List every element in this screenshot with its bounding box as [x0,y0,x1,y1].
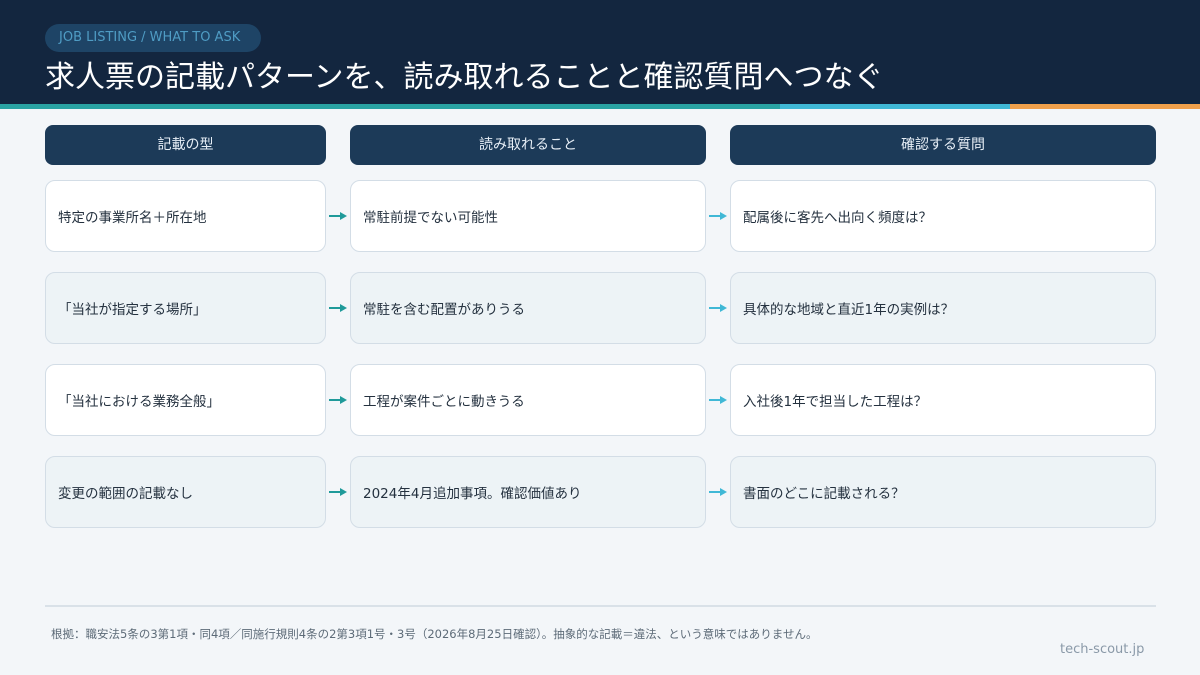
arrow-right-icon [329,304,347,312]
arrow-right-icon [329,212,347,220]
reading-card: 常駐を含む配置がありうる [350,272,706,344]
arrow-right-icon [709,488,727,496]
pattern-card: 「当社が指定する場所」 [45,272,326,344]
site-credit: tech-scout.jp [1060,642,1145,657]
pattern-card: 特定の事業所名＋所在地 [45,180,326,252]
section-tag: JOB LISTING / WHAT TO ASK [45,24,261,52]
reading-card: 工程が案件ごとに動きうる [350,364,706,436]
arrow-right-icon [709,396,727,404]
arrow-right-icon [709,212,727,220]
header-band: JOB LISTING / WHAT TO ASK 求人票の記載パターンを、読み… [0,0,1200,104]
footnote: 根拠：職安法5条の3第1項・同4項／同施行規則4条の2第3項1号・3号（2026… [51,627,818,641]
question-card: 入社後1年で担当した工程は？ [730,364,1156,436]
footer-divider [45,605,1156,607]
question-card: 書面のどこに記載される？ [730,456,1156,528]
arrow-right-icon [329,396,347,404]
arrow-right-icon [329,488,347,496]
question-card: 配属後に客先へ出向く頻度は？ [730,180,1156,252]
column-header-reading: 読み取れること [350,125,706,165]
column-header-question: 確認する質問 [730,125,1156,165]
question-card: 具体的な地域と直近1年の実例は？ [730,272,1156,344]
pattern-card: 変更の範囲の記載なし [45,456,326,528]
reading-card: 常駐前提でない可能性 [350,180,706,252]
column-header-pattern: 記載の型 [45,125,326,165]
page-title: 求人票の記載パターンを、読み取れることと確認質問へつなぐ [45,60,884,95]
accent-bar-orange [1010,104,1200,109]
reading-card: 2024年4月追加事項。確認価値あり [350,456,706,528]
arrow-right-icon [709,304,727,312]
pattern-card: 「当社における業務全般」 [45,364,326,436]
accent-bar-cyan [780,104,1010,109]
accent-bar-teal [0,104,780,109]
